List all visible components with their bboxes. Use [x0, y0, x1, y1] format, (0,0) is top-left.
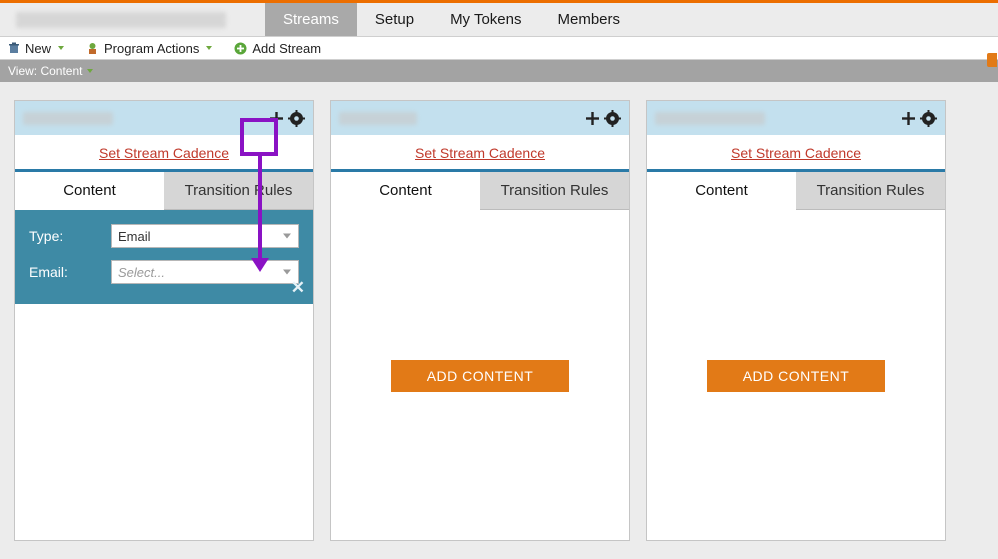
action-toolbar: New Program Actions Add Stream — [0, 36, 998, 60]
nav-tabs: Streams Setup My Tokens Members — [265, 3, 638, 36]
stream-card: Set Stream Cadence Content Transition Ru… — [646, 100, 946, 541]
chevron-down-icon — [58, 46, 64, 50]
add-content-icon[interactable] — [583, 109, 601, 127]
stream-card: Set Stream Cadence Content Transition Ru… — [14, 100, 314, 541]
cadence-row: Set Stream Cadence — [15, 135, 313, 169]
stream-body: ADD CONTENT — [331, 210, 629, 540]
tab-transition-rules[interactable]: Transition Rules — [480, 172, 629, 210]
plus-circle-icon — [234, 42, 247, 55]
add-stream-label: Add Stream — [252, 41, 321, 56]
flowerpot-icon — [86, 42, 99, 55]
close-icon[interactable]: ✕ — [291, 278, 305, 298]
new-menu[interactable]: New — [8, 41, 64, 56]
set-cadence-link[interactable]: Set Stream Cadence — [415, 145, 545, 161]
add-content-button[interactable]: ADD CONTENT — [391, 360, 570, 392]
clipboard-icon[interactable] — [987, 53, 997, 67]
tab-transition-rules[interactable]: Transition Rules — [796, 172, 945, 210]
set-cadence-link[interactable]: Set Stream Cadence — [99, 145, 229, 161]
stream-title — [23, 112, 267, 125]
stream-card-header — [15, 101, 313, 135]
view-label: View: Content — [8, 64, 83, 78]
chevron-down-icon — [206, 46, 212, 50]
email-select[interactable]: Select... — [111, 260, 299, 284]
stream-body: Type: Email Email: Select... ✕ — [15, 210, 313, 540]
email-label: Email: — [29, 264, 111, 280]
tab-setup[interactable]: Setup — [357, 3, 432, 36]
cadence-row: Set Stream Cadence — [647, 135, 945, 169]
type-select[interactable]: Email — [111, 224, 299, 248]
gear-icon[interactable] — [603, 109, 621, 127]
add-content-button[interactable]: ADD CONTENT — [707, 360, 886, 392]
stream-tabs: Content Transition Rules — [647, 172, 945, 210]
stream-title — [339, 112, 583, 125]
tab-streams[interactable]: Streams — [265, 3, 357, 36]
type-label: Type: — [29, 228, 111, 244]
chevron-down-icon — [87, 69, 93, 73]
add-stream-button[interactable]: Add Stream — [234, 41, 321, 56]
breadcrumb — [0, 3, 265, 36]
tab-transition-rules[interactable]: Transition Rules — [164, 172, 313, 210]
stream-title — [655, 112, 899, 125]
trash-icon — [8, 42, 20, 54]
set-cadence-link[interactable]: Set Stream Cadence — [731, 145, 861, 161]
cadence-row: Set Stream Cadence — [331, 135, 629, 169]
program-actions-menu[interactable]: Program Actions — [86, 41, 212, 56]
stream-body: ADD CONTENT — [647, 210, 945, 540]
view-bar[interactable]: View: Content — [0, 60, 998, 82]
stream-card-header — [647, 101, 945, 135]
gear-icon[interactable] — [287, 109, 305, 127]
program-actions-label: Program Actions — [104, 41, 199, 56]
new-label: New — [25, 41, 51, 56]
stream-card: Set Stream Cadence Content Transition Ru… — [330, 100, 630, 541]
streams-workspace: Set Stream Cadence Content Transition Ru… — [0, 82, 998, 559]
add-content-panel: Type: Email Email: Select... ✕ — [15, 210, 313, 304]
stream-tabs: Content Transition Rules — [15, 172, 313, 210]
stream-card-header — [331, 101, 629, 135]
stream-tabs: Content Transition Rules — [331, 172, 629, 210]
tab-my-tokens[interactable]: My Tokens — [432, 3, 539, 36]
gear-icon[interactable] — [919, 109, 937, 127]
add-content-icon[interactable] — [899, 109, 917, 127]
tab-content[interactable]: Content — [331, 172, 480, 210]
tab-members[interactable]: Members — [539, 3, 638, 36]
tab-content[interactable]: Content — [647, 172, 796, 210]
tab-content[interactable]: Content — [15, 172, 164, 210]
top-nav: Streams Setup My Tokens Members — [0, 0, 998, 36]
add-content-icon[interactable] — [267, 109, 285, 127]
